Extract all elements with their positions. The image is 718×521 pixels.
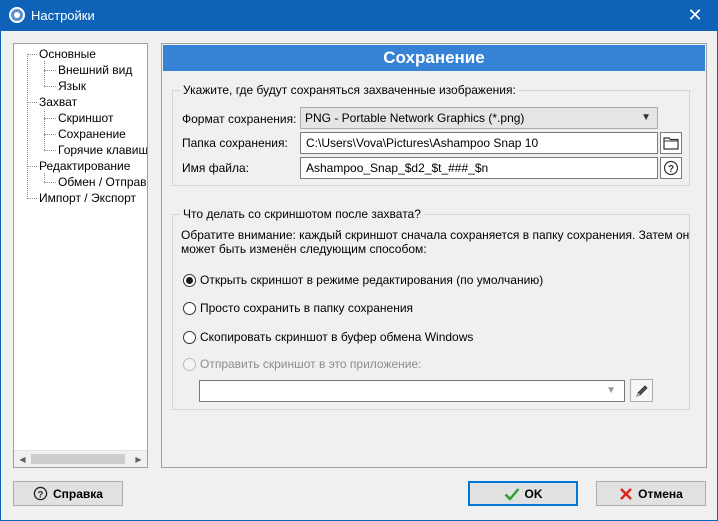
ok-button[interactable]: OK [468, 481, 578, 506]
option-send-to-app-label: Отправить скриншот в это приложение: [200, 357, 422, 371]
after-capture-group-title: Что делать со скриншотом после захвата? [180, 207, 424, 221]
help-button[interactable]: ? Справка [13, 481, 123, 506]
save-location-group: Укажите, где будут сохраняться захваченн… [172, 83, 690, 186]
folder-input[interactable]: C:\Users\Vova\Pictures\Ashampoo Snap 10 [300, 132, 658, 154]
radio-button[interactable] [183, 273, 196, 287]
filename-help-button[interactable]: ? [660, 157, 682, 179]
tree-item-editing[interactable]: Редактирование [39, 159, 130, 173]
svg-text:?: ? [668, 164, 674, 175]
tree-item-screenshot[interactable]: Скриншот [58, 111, 113, 125]
tree-connector [27, 198, 37, 199]
tree-connector [44, 182, 56, 183]
filename-input[interactable]: Ashampoo_Snap_$d2_$t_###_$n [300, 157, 658, 179]
window-title: Настройки [31, 8, 95, 23]
option-send-to-app: Отправить скриншот в это приложение: [183, 357, 421, 371]
tree-connector [44, 86, 56, 87]
cancel-button-label: Отмена [638, 486, 683, 501]
format-select-value: PNG - Portable Network Graphics (*.png) [305, 111, 525, 125]
edit-app-button[interactable] [630, 379, 653, 402]
tree-connector [44, 109, 45, 150]
tree-connector [27, 166, 37, 167]
pencil-icon [635, 384, 648, 397]
cancel-x-icon [619, 487, 633, 501]
filename-label: Имя файла: [182, 161, 249, 175]
chevron-down-icon: ▼ [606, 385, 616, 396]
radio-button [183, 357, 196, 371]
chevron-down-icon: ▼ [641, 112, 651, 123]
tree-connector [44, 134, 56, 135]
target-app-select: ▼ [199, 380, 625, 402]
tree-item-appearance[interactable]: Внешний вид [58, 63, 132, 77]
title-bar: Настройки ✕ [0, 0, 718, 31]
svg-text:?: ? [38, 489, 44, 499]
option-open-editor-label: Открыть скриншот в режиме редактирования… [200, 273, 544, 287]
folder-label: Папка сохранения: [182, 136, 288, 150]
tree-connector [44, 70, 56, 71]
tree-connector [44, 150, 56, 151]
option-copy-clipboard[interactable]: Скопировать скриншот в буфер обмена Wind… [183, 330, 473, 344]
tree-item-capture[interactable]: Захват [39, 95, 77, 109]
format-select[interactable]: PNG - Portable Network Graphics (*.png) … [300, 107, 658, 129]
tree-item-share[interactable]: Обмен / Отправка [58, 175, 147, 189]
settings-panel: Сохранение Укажите, где будут сохранятьс… [161, 43, 707, 468]
settings-tree[interactable]: Основные Внешний вид Язык Захват Скриншо… [13, 43, 148, 468]
ok-button-label: OK [524, 486, 543, 501]
tree-item-import-export[interactable]: Импорт / Экспорт [39, 191, 136, 205]
app-logo-icon [9, 7, 25, 23]
help-button-label: Справка [53, 486, 103, 501]
format-label: Формат сохранения: [182, 112, 297, 126]
scroll-left-icon[interactable]: ◀ [14, 453, 31, 466]
tree-item-saving[interactable]: Сохранение [58, 127, 126, 141]
tree-connector [27, 54, 28, 197]
option-just-save-label: Просто сохранить в папку сохранения [200, 301, 414, 315]
option-open-editor[interactable]: Открыть скриншот в режиме редактирования… [183, 273, 543, 287]
tree-connector [44, 118, 56, 119]
note-line-1: Обратите внимание: каждый скриншот снача… [181, 228, 690, 242]
cancel-button[interactable]: Отмена [596, 481, 706, 506]
tree-item-language[interactable]: Язык [58, 79, 86, 93]
radio-button[interactable] [183, 330, 196, 344]
tree-item-general[interactable]: Основные [39, 47, 96, 61]
note-line-2: может быть изменён следующим способом: [181, 242, 427, 256]
scrollbar-thumb[interactable] [31, 454, 125, 464]
browse-folder-button[interactable] [660, 132, 682, 154]
option-just-save[interactable]: Просто сохранить в папку сохранения [183, 301, 413, 315]
folder-icon [663, 137, 679, 150]
tree-connector [27, 54, 37, 55]
checkmark-icon [504, 487, 520, 501]
tree-item-hotkeys[interactable]: Горячие клавиши [58, 143, 147, 157]
after-capture-group: Что делать со скриншотом после захвата? … [172, 207, 690, 410]
question-icon: ? [33, 486, 48, 501]
tree-connector [44, 61, 45, 86]
option-copy-clipboard-label: Скопировать скриншот в буфер обмена Wind… [200, 330, 474, 344]
radio-button[interactable] [183, 301, 196, 315]
question-icon: ? [663, 160, 679, 176]
tree-horizontal-scrollbar[interactable]: ◀ ▶ [14, 450, 147, 467]
close-icon[interactable]: ✕ [672, 0, 718, 31]
panel-title: Сохранение [163, 45, 705, 71]
tree-connector [27, 102, 37, 103]
tree-connector [44, 173, 45, 182]
scroll-right-icon[interactable]: ▶ [130, 453, 147, 466]
save-location-group-title: Укажите, где будут сохраняться захваченн… [180, 83, 519, 97]
